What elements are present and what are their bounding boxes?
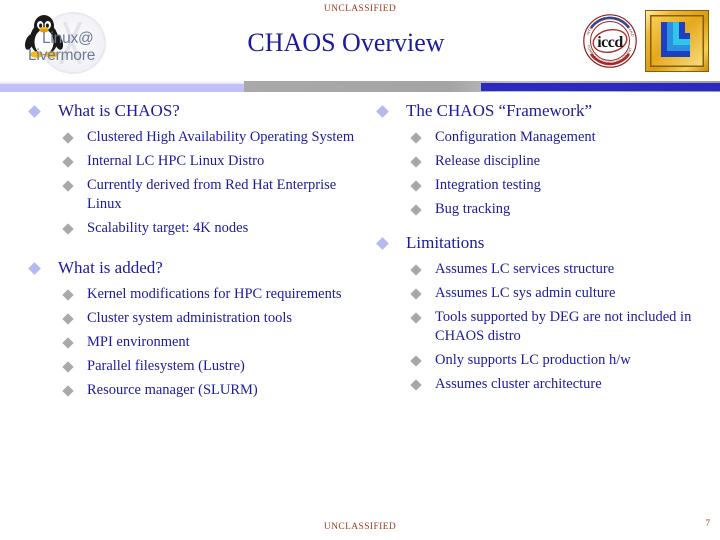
list-item-text: Configuration Management [435,129,596,145]
linux-livermore-wordmark: Linux@ Livermore [28,30,120,64]
slide-title: CHAOS Overview [247,28,445,57]
list-item: Parallel filesystem (Lustre) [58,357,360,376]
list-item: Assumes LC sys admin culture [406,284,704,303]
diamond-bullet-icon [62,337,74,349]
list-item: Kernel modifications for HPC requirement… [58,285,360,304]
bullet-heading-limitations: Limitations Assumes LC services structur… [368,232,704,394]
list-item: Internal LC HPC Linux Distro [58,152,360,171]
bullet-list-level1-left: What is CHAOS? Clustered High Availabili… [20,100,360,400]
diamond-bullet-icon [410,156,422,168]
llnl-logo-icon [645,10,709,72]
content-column-left: What is CHAOS? Clustered High Availabili… [20,100,360,405]
list-item: Scalability target: 4K nodes [58,219,360,238]
heading-text: The CHAOS “Framework” [406,101,593,120]
bullet-list-level2: Configuration Management Release discipl… [406,128,704,219]
bullet-list-level1-right: The CHAOS “Framework” Configuration Mana… [368,100,704,394]
list-item-text: Bug tracking [435,201,511,217]
bullet-heading-what-is-chaos: What is CHAOS? Clustered High Availabili… [20,100,360,238]
list-item: Integration testing [406,176,704,195]
section-spacer [368,224,704,232]
list-item-text: Assumes cluster architecture [435,376,602,392]
list-item-text: Assumes LC services structure [435,261,615,277]
list-item-text: Assumes LC sys admin culture [435,285,616,301]
list-item-text: Kernel modifications for HPC requirement… [87,286,342,302]
band-segment-lavender [0,81,244,92]
diamond-bullet-icon [410,264,422,276]
diamond-bullet-icon [62,361,74,373]
iccd-seal-icon: iccd INTEGRATED COMPUTING AND COMMUNICAT… [581,12,639,70]
diamond-bullet-icon [28,105,41,118]
list-item: Resource manager (SLURM) [58,381,360,400]
svg-text:iccd: iccd [597,34,623,51]
content-column-right: The CHAOS “Framework” Configuration Mana… [368,100,704,399]
diamond-bullet-icon [62,385,74,397]
list-item: Only supports LC production h/w [406,351,704,370]
list-item: Cluster system administration tools [58,309,360,328]
list-item: Assumes LC services structure [406,260,704,279]
bullet-list-level2: Assumes LC services structure Assumes LC… [406,260,704,394]
page-number: 7 [705,518,711,528]
list-item-text: MPI environment [87,334,190,350]
bullet-heading-what-is-added: What is added? Kernel modifications for … [20,257,360,400]
list-item-text: Release discipline [435,153,541,169]
logo-line-1: Linux@ [42,30,94,47]
list-item: Clustered High Availability Operating Sy… [58,128,360,147]
list-item: Release discipline [406,152,704,171]
list-item-text: Clustered High Availability Operating Sy… [87,129,355,145]
list-item: MPI environment [58,333,360,352]
heading-text: Limitations [406,233,485,252]
bullet-heading-chaos-framework: The CHAOS “Framework” Configuration Mana… [368,100,704,219]
diamond-bullet-icon [410,132,422,144]
list-item: Configuration Management [406,128,704,147]
header-divider-band [0,81,720,92]
heading-text: What is added? [58,258,163,277]
list-item: Tools supported by DEG are not included … [406,308,704,346]
slide-canvas: Linux@ Livermore UNCLASSIFIED CHAOS Over… [0,0,720,540]
classification-marking-bottom: UNCLASSIFIED [323,522,397,532]
list-item-text: Cluster system administration tools [87,310,293,326]
diamond-bullet-icon [62,156,74,168]
heading-text: What is CHAOS? [58,101,180,120]
diamond-bullet-icon [376,105,389,118]
slide-header: Linux@ Livermore UNCLASSIFIED CHAOS Over… [0,0,720,82]
diamond-bullet-icon [376,237,389,250]
diamond-bullet-icon [410,355,422,367]
list-item-text: Tools supported by DEG are not included … [435,309,692,344]
list-item-text: Scalability target: 4K nodes [87,220,249,236]
diamond-bullet-icon [410,204,422,216]
linux-livermore-logo: Linux@ Livermore [14,10,120,74]
diamond-bullet-icon [62,132,74,144]
list-item: Bug tracking [406,200,704,219]
list-item: Assumes cluster architecture [406,375,704,394]
list-item: Currently derived from Red Hat Enterpris… [58,176,360,214]
diamond-bullet-icon [62,180,74,192]
diamond-bullet-icon [410,312,422,324]
diamond-bullet-icon [410,379,422,391]
diamond-bullet-icon [410,288,422,300]
bullet-list-level2: Clustered High Availability Operating Sy… [58,128,360,238]
list-item-text: Parallel filesystem (Lustre) [87,358,245,374]
diamond-bullet-icon [28,262,41,275]
list-item-text: Currently derived from Red Hat Enterpris… [87,177,337,212]
section-spacer [20,243,360,257]
bullet-list-level2: Kernel modifications for HPC requirement… [58,285,360,400]
band-segment-blue [481,83,720,91]
list-item-text: Resource manager (SLURM) [87,382,258,398]
diamond-bullet-icon [62,223,74,235]
diamond-bullet-icon [62,313,74,325]
list-item-text: Internal LC HPC Linux Distro [87,153,265,169]
list-item-text: Only supports LC production h/w [435,352,631,368]
logo-line-2: Livermore [28,47,96,64]
list-item-text: Integration testing [435,177,541,193]
diamond-bullet-icon [62,289,74,301]
diamond-bullet-icon [410,180,422,192]
